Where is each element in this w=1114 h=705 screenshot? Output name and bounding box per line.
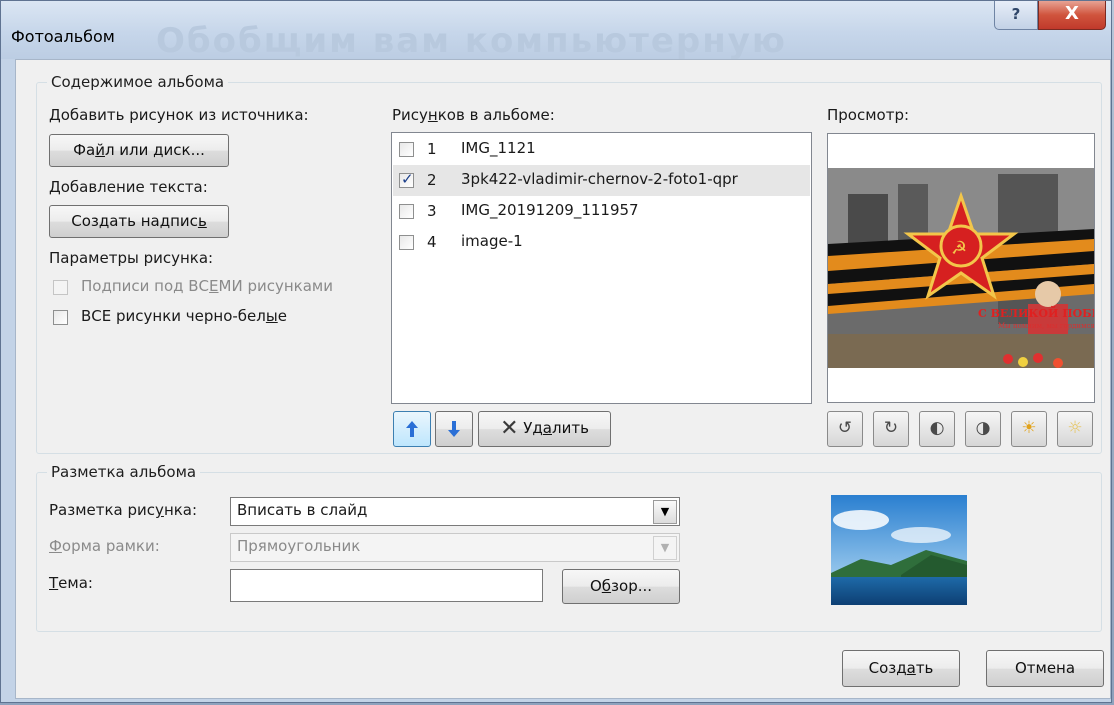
close-button[interactable]: X (1038, 1, 1106, 30)
add-from-source-label: Добавить рисунок из источника: (49, 106, 309, 124)
browse-button[interactable]: Обзор... (562, 569, 680, 604)
svg-text:☭: ☭ (951, 238, 967, 259)
picture-4-number: 4 (427, 233, 437, 251)
help-icon: ? (1011, 5, 1021, 23)
preview-image: ☭ С ВЕЛИКОЙ ПОБЕДОЙ! Мы помним, мы горди… (828, 134, 1094, 402)
rotate-right-icon: ↻ (883, 418, 899, 438)
landscape-thumbnail-image (831, 495, 967, 605)
pictures-listbox[interactable]: 1 IMG_1121 ✓ 2 3pk422-vladimir-chernov-2… (391, 132, 812, 404)
arrow-up-icon (406, 420, 418, 437)
checkmark-icon: ✓ (401, 170, 414, 188)
move-up-button[interactable] (393, 411, 431, 447)
brightness-up-button[interactable]: ☀ (1011, 411, 1047, 447)
arrow-down-icon (448, 420, 460, 437)
create-button[interactable]: Создать (842, 650, 960, 687)
list-item[interactable]: 1 IMG_1121 (393, 134, 810, 165)
photo-album-dialog: Обобщим вам компьютерную Фотоальбом ? X … (0, 0, 1112, 703)
chevron-down-icon[interactable]: ▼ (653, 536, 677, 560)
add-text-label: Добавление текста: (49, 178, 208, 196)
picture-layout-label: Разметка рисунка: (49, 501, 198, 519)
layout-thumbnail (831, 495, 967, 605)
preview-label: Просмотр: (827, 106, 910, 124)
picture-2-number: 2 (427, 171, 437, 189)
picture-options-label: Параметры рисунка: (49, 249, 214, 267)
rotate-left-button[interactable]: ↺ (827, 411, 863, 447)
rotate-left-icon: ↺ (837, 418, 853, 438)
picture-2-checkbox[interactable]: ✓ (399, 170, 414, 188)
picture-3-checkbox[interactable] (399, 204, 414, 219)
picture-4-name: image-1 (461, 232, 523, 250)
brightness-down-button[interactable]: ☼ (1057, 411, 1093, 447)
file-or-disk-button[interactable]: Файл или диск... (49, 134, 229, 167)
all-black-white-checkbox[interactable] (53, 310, 68, 325)
album-layout-legend: Разметка альбома (47, 463, 201, 481)
picture-1-checkbox[interactable] (399, 142, 414, 157)
picture-layout-select[interactable]: Вписать в слайд ▼ (230, 497, 680, 526)
frame-shape-value: Прямоугольник (237, 537, 361, 555)
create-textbox-button[interactable]: Создать надпись (49, 205, 229, 238)
preview-pane: ☭ С ВЕЛИКОЙ ПОБЕДОЙ! Мы помним, мы горди… (827, 133, 1095, 403)
move-down-button[interactable] (435, 411, 473, 447)
list-item-selected[interactable]: ✓ 2 3pk422-vladimir-chernov-2-foto1-qpr (393, 165, 810, 196)
pictures-in-album-label: Рисунков в альбоме: (392, 106, 555, 124)
preview-banner-subtext: Мы помним, мы гордимся (998, 322, 1094, 330)
contrast-up-icon: ◐ (929, 418, 945, 438)
picture-layout-value: Вписать в слайд (237, 501, 368, 519)
dialog-title: Фотоальбом (11, 27, 115, 46)
all-black-white-label: ВСЕ рисунки черно-белые (81, 307, 287, 325)
help-button[interactable]: ? (994, 1, 1038, 30)
captions-below-all-checkbox[interactable] (53, 280, 68, 295)
picture-4-checkbox[interactable] (399, 235, 414, 250)
contrast-up-button[interactable]: ◐ (919, 411, 955, 447)
theme-label: Тема: (49, 574, 93, 592)
album-layout-group: Разметка альбома Разметка рисунка: Вписа… (36, 463, 1102, 632)
contrast-down-button[interactable]: ◑ (965, 411, 1001, 447)
album-content-legend: Содержимое альбома (47, 73, 229, 91)
list-item[interactable]: 4 image-1 (393, 227, 810, 258)
rotate-right-button[interactable]: ↻ (873, 411, 909, 447)
picture-1-name: IMG_1121 (461, 139, 536, 157)
picture-3-number: 3 (427, 202, 437, 220)
title-bar: Обобщим вам компьютерную Фотоальбом ? X (1, 1, 1111, 61)
frame-shape-label: Форма рамки: (49, 537, 160, 555)
frame-shape-select[interactable]: Прямоугольник ▼ (230, 533, 680, 562)
brightness-up-icon: ☀ (1021, 418, 1037, 438)
picture-3-name: IMG_20191209_111957 (461, 201, 639, 219)
chevron-down-icon[interactable]: ▼ (653, 500, 677, 524)
background-watermark: Обобщим вам компьютерную (156, 21, 787, 61)
dialog-body: Содержимое альбома Добавить рисунок из и… (15, 59, 1111, 699)
contrast-down-icon: ◑ (975, 418, 991, 438)
brightness-down-icon: ☼ (1067, 418, 1083, 438)
close-icon: X (1065, 3, 1079, 24)
picture-1-number: 1 (427, 140, 437, 158)
picture-2-name: 3pk422-vladimir-chernov-2-foto1-qpr (461, 170, 738, 188)
theme-input[interactable] (230, 569, 543, 602)
cancel-button[interactable]: Отмена (986, 650, 1104, 687)
list-item[interactable]: 3 IMG_20191209_111957 (393, 196, 810, 227)
album-content-group: Содержимое альбома Добавить рисунок из и… (36, 73, 1102, 454)
delete-x-icon: ✕ (500, 416, 519, 441)
preview-banner-text: С ВЕЛИКОЙ ПОБЕДОЙ! (978, 305, 1094, 320)
delete-button[interactable]: ✕ Удалить (478, 411, 611, 447)
captions-below-all-label: Подписи под ВСЕМИ рисунками (81, 277, 333, 295)
